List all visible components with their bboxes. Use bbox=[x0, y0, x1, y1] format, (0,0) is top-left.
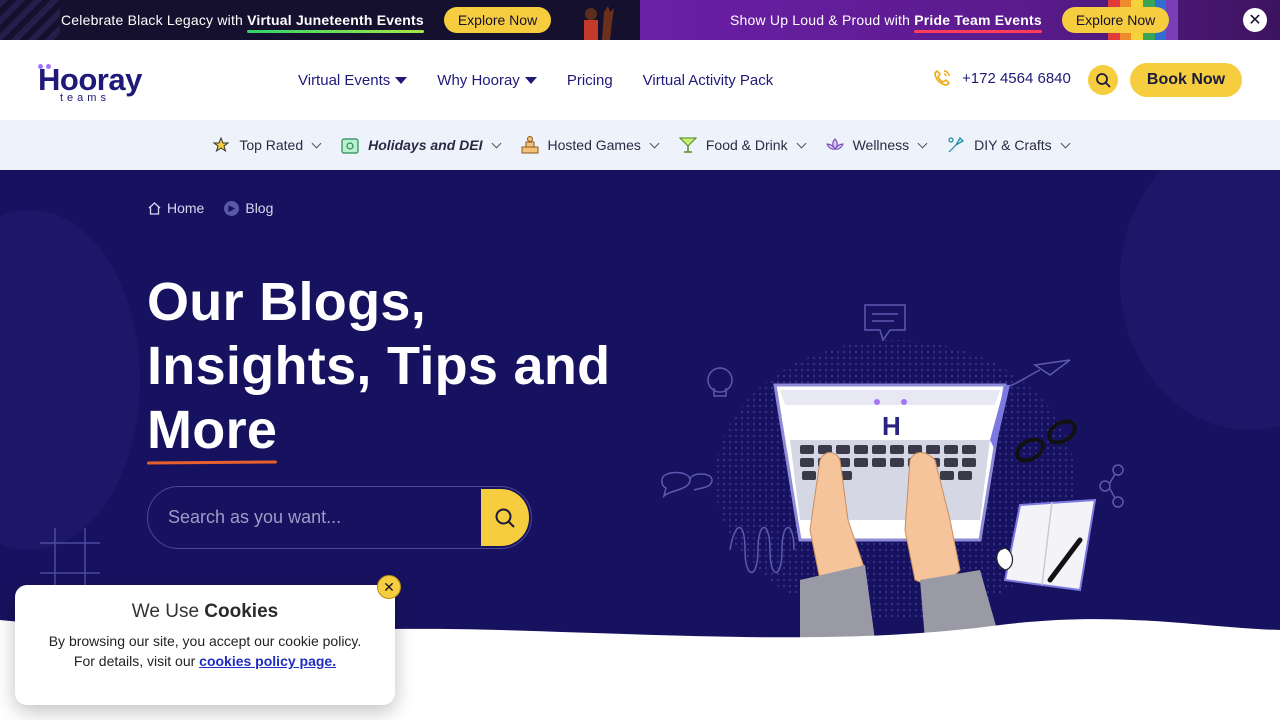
star-icon bbox=[211, 135, 231, 155]
hands-raised-icon bbox=[584, 6, 614, 40]
chevron-down-icon bbox=[311, 138, 322, 148]
category-bar: Top Rated Holidays and DEI Hosted Games … bbox=[0, 120, 1280, 170]
chevron-down-icon bbox=[1060, 138, 1071, 148]
category-label: Holidays and DEI bbox=[368, 137, 483, 153]
category-holidays-dei[interactable]: Holidays and DEI bbox=[340, 135, 501, 155]
lotus-icon bbox=[825, 135, 845, 155]
cocktail-icon bbox=[678, 135, 698, 155]
breadcrumb: Home ▶ Blog bbox=[147, 200, 273, 216]
craft-icon bbox=[946, 135, 966, 155]
category-food-drink[interactable]: Food & Drink bbox=[678, 135, 807, 155]
category-label: Hosted Games bbox=[547, 137, 641, 153]
svg-text:H: H bbox=[882, 411, 901, 441]
pride-promo: Show Up Loud & Proud with Pride Team Eve… bbox=[640, 0, 1280, 40]
phone-link[interactable]: +172 4564 6840 bbox=[932, 68, 1071, 88]
juneteenth-promo: Celebrate Black Legacy with Virtual June… bbox=[0, 0, 640, 40]
title-line-3: More bbox=[147, 400, 278, 460]
nav-why-hooray[interactable]: Why Hooray bbox=[437, 72, 537, 89]
chevron-down-icon bbox=[917, 138, 928, 148]
nav-virtual-events[interactable]: Virtual Events bbox=[298, 72, 408, 89]
chevron-down-icon bbox=[491, 138, 501, 148]
laptop-illustration: H bbox=[661, 304, 1124, 640]
home-icon bbox=[148, 201, 161, 215]
breadcrumb-blog: Blog bbox=[245, 200, 274, 216]
page-title: Our Blogs, Insights, Tips and More bbox=[147, 270, 667, 462]
cookie-line-1: By browsing our site, you accept our coo… bbox=[48, 633, 362, 649]
hero-section: Home ▶ Blog Our Blogs, Insights, Tips an… bbox=[0, 170, 1280, 640]
blog-search-button[interactable] bbox=[481, 489, 529, 546]
cookie-policy-link[interactable]: cookies policy page. bbox=[199, 653, 336, 669]
trophy-icon bbox=[520, 135, 540, 155]
juneteenth-explore-button[interactable]: Explore Now bbox=[443, 7, 552, 33]
promo-bar: Celebrate Black Legacy with Virtual June… bbox=[0, 0, 1280, 40]
chevron-down-icon bbox=[649, 138, 660, 148]
book-now-button[interactable]: Book Now bbox=[1130, 63, 1242, 97]
main-nav: Virtual Events Why Hooray Pricing Virtua… bbox=[298, 40, 803, 120]
category-wellness[interactable]: Wellness bbox=[825, 135, 928, 155]
category-label: Food & Drink bbox=[705, 137, 788, 153]
logo-subtext: teams bbox=[60, 92, 110, 104]
grid-decoration bbox=[40, 528, 100, 588]
category-diy-crafts[interactable]: DIY & Crafts bbox=[946, 135, 1071, 155]
chevron-right-icon: ▶ bbox=[224, 200, 240, 216]
background-shape bbox=[0, 210, 140, 550]
title-line-2: Insights, Tips and bbox=[147, 336, 611, 396]
calendar-icon bbox=[340, 135, 360, 155]
search-icon bbox=[495, 508, 515, 528]
cookie-message: By browsing our site, you accept our coo… bbox=[15, 631, 395, 671]
pride-explore-button[interactable]: Explore Now bbox=[1061, 7, 1170, 33]
juneteenth-promo-text: Celebrate Black Legacy with Virtual June… bbox=[61, 12, 424, 28]
category-hosted-games[interactable]: Hosted Games bbox=[520, 135, 660, 155]
nav-virtual-activity-pack[interactable]: Virtual Activity Pack bbox=[643, 72, 774, 89]
category-top-rated[interactable]: Top Rated bbox=[211, 135, 322, 155]
category-label: DIY & Crafts bbox=[974, 137, 1052, 153]
phone-icon bbox=[934, 69, 951, 86]
title-line-1: Our Blogs, bbox=[147, 272, 427, 332]
header-search-button[interactable] bbox=[1088, 65, 1118, 95]
chevron-down-icon bbox=[796, 138, 807, 148]
cookie-banner: ✕ We Use Cookies By browsing our site, y… bbox=[15, 575, 401, 705]
category-label: Top Rated bbox=[239, 137, 304, 153]
cookie-line-2: For details, visit our cookies policy pa… bbox=[73, 653, 337, 669]
caret-down-icon bbox=[395, 76, 408, 84]
caret-down-icon bbox=[524, 76, 537, 84]
search-icon bbox=[1096, 73, 1111, 88]
category-label: Wellness bbox=[852, 137, 910, 153]
phone-number: +172 4564 6840 bbox=[962, 69, 1071, 87]
breadcrumb-home-link[interactable]: Home bbox=[167, 200, 204, 216]
close-promo-icon[interactable]: ✕ bbox=[1243, 8, 1267, 32]
hooray-logo[interactable]: Hooray teams bbox=[38, 54, 150, 104]
close-cookie-icon[interactable]: ✕ bbox=[377, 575, 401, 599]
blog-search bbox=[147, 486, 532, 549]
nav-pricing[interactable]: Pricing bbox=[567, 72, 613, 89]
cookie-title: We Use Cookies bbox=[131, 601, 279, 622]
site-header: Hooray teams Virtual Events Why Hooray P… bbox=[0, 40, 1280, 120]
blog-search-input[interactable] bbox=[168, 507, 468, 528]
pride-promo-text: Show Up Loud & Proud with Pride Team Eve… bbox=[730, 12, 1042, 28]
pattern-decoration bbox=[0, 0, 60, 40]
